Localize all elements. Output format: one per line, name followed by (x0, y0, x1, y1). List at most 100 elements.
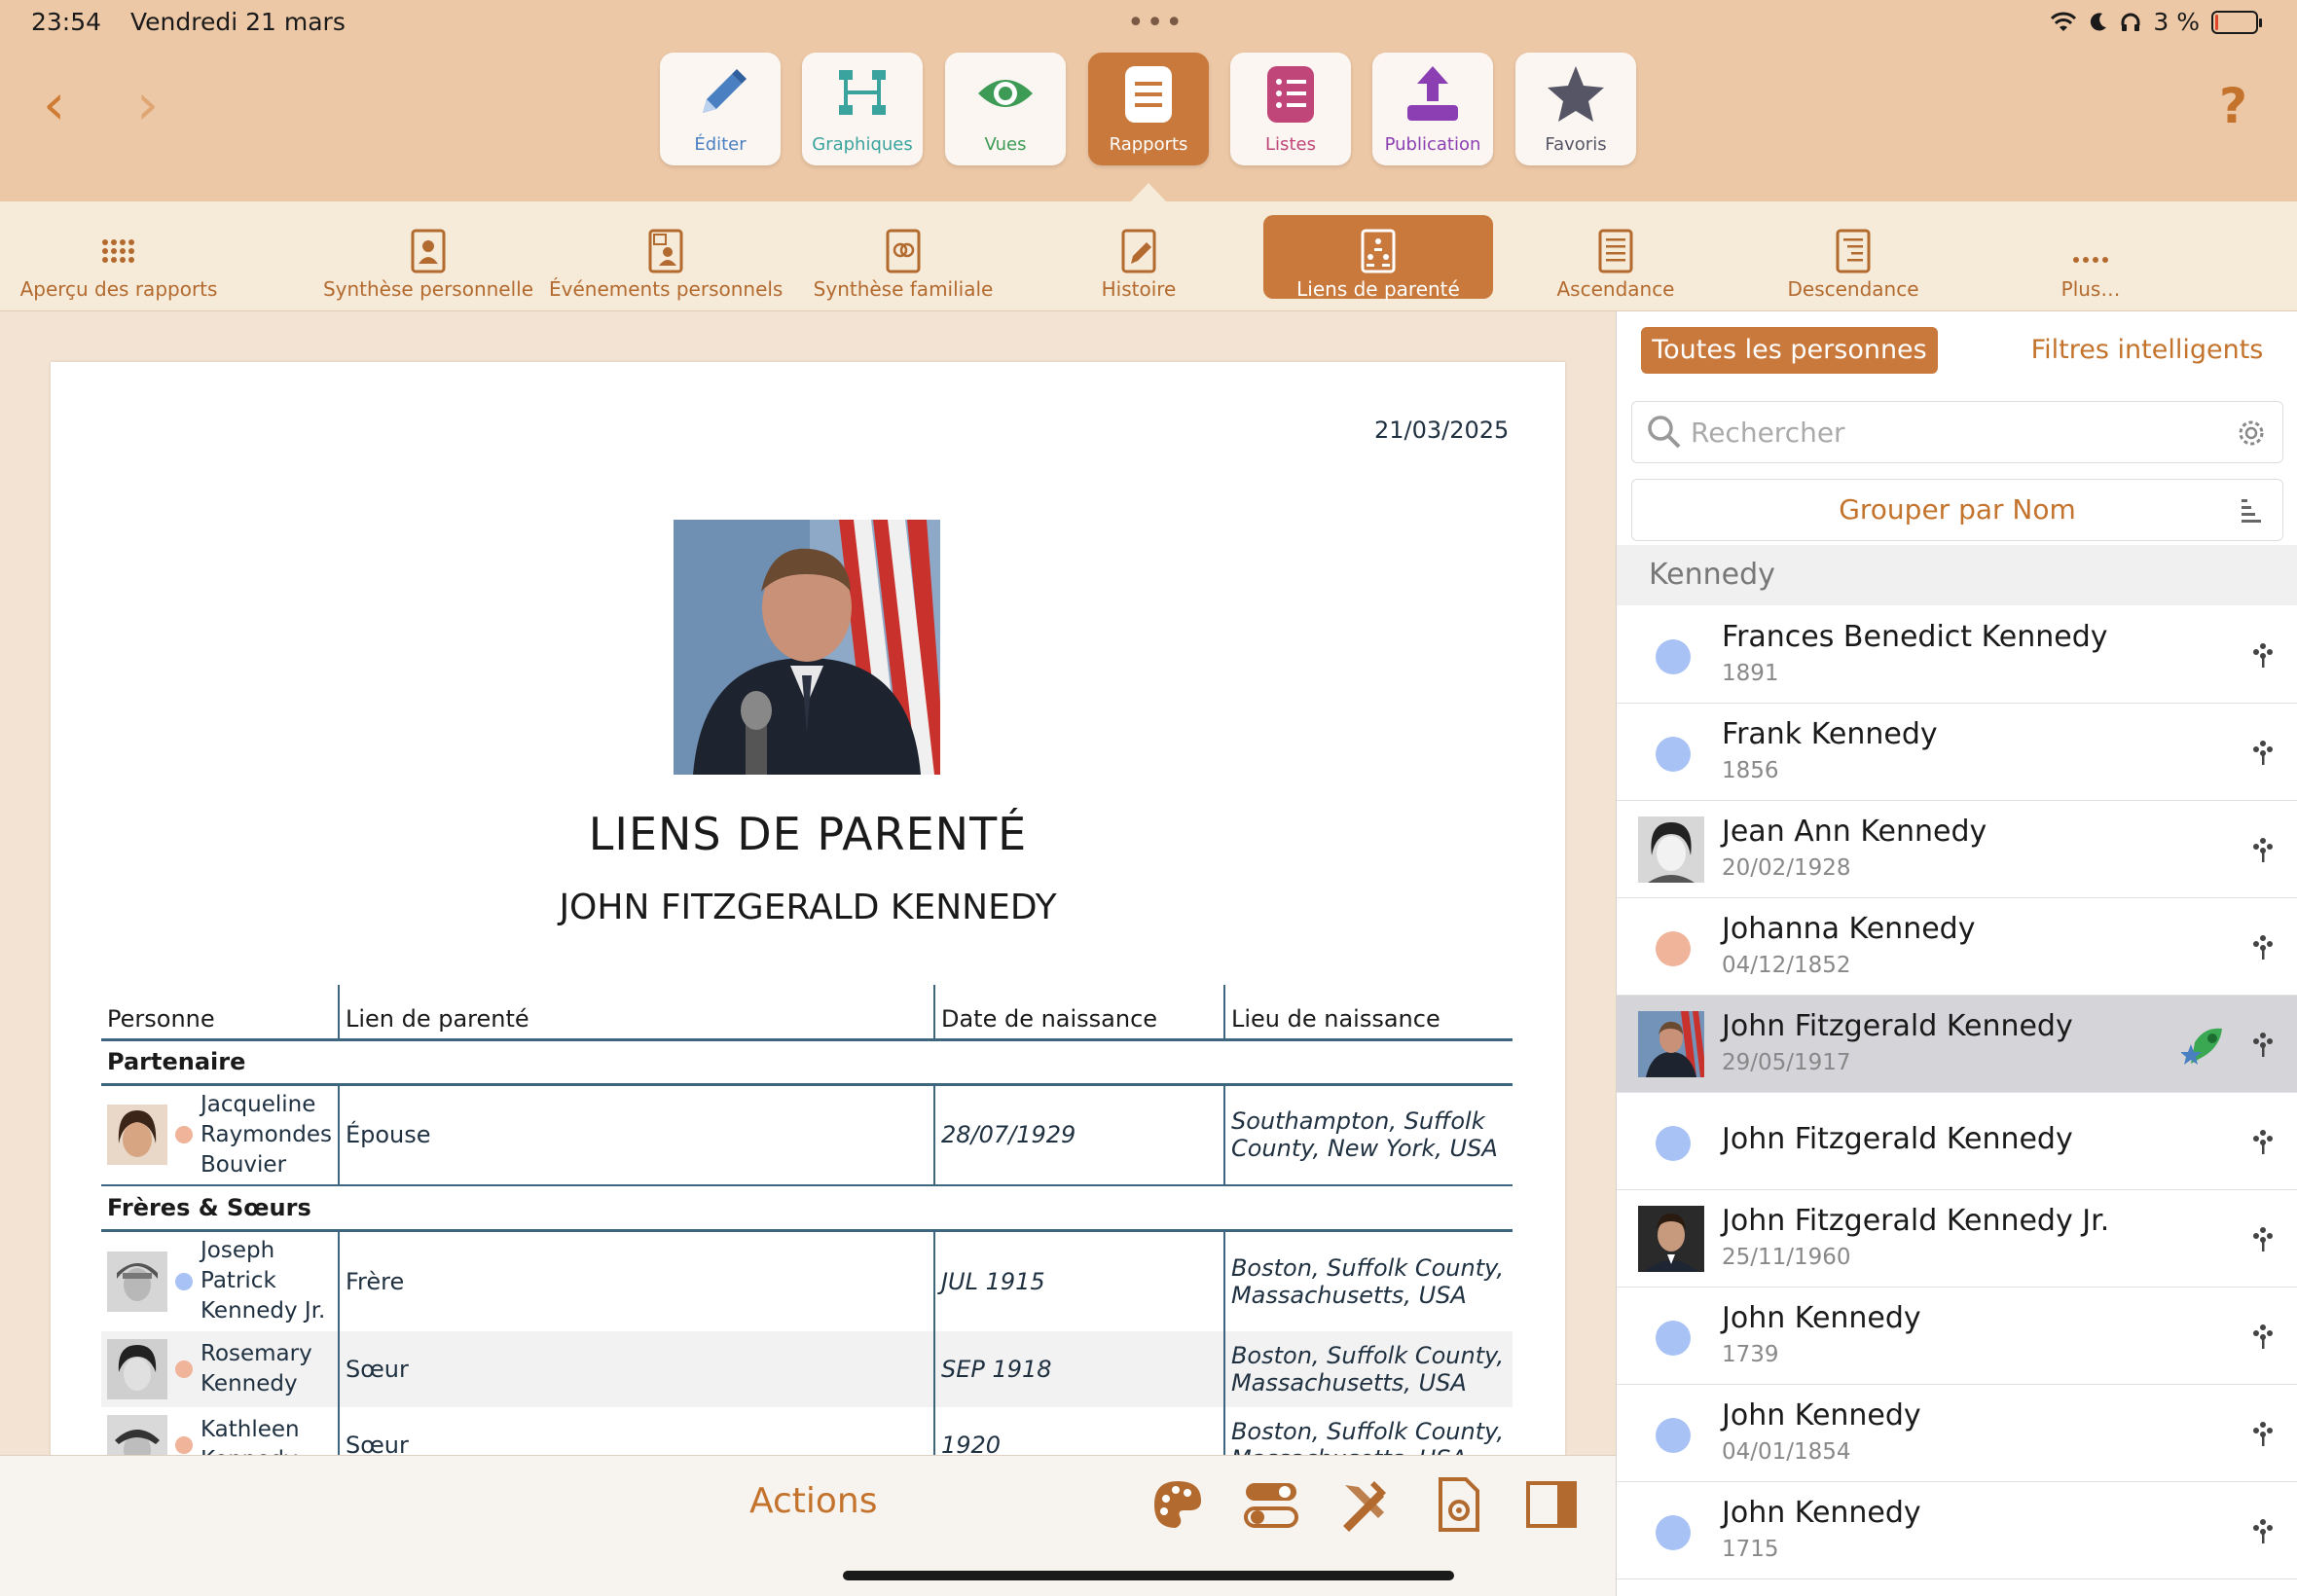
report-subject-name: JOHN FITZGERALD KENNEDY (559, 888, 1057, 927)
person-report-icon (411, 229, 446, 273)
story-icon (1121, 229, 1156, 273)
tab-person-summary[interactable]: Synthèse personnelle (321, 215, 535, 301)
list-item[interactable]: John Fitzgerald Kennedy (1617, 1093, 2297, 1190)
birth-date-cell: JUL 1915 (932, 1230, 1224, 1331)
tree-icon[interactable] (2251, 1517, 2275, 1544)
tree-chart-icon (839, 70, 886, 115)
relation-cell: Épouse (337, 1084, 934, 1186)
back-arrow-icon[interactable]: ‹ (43, 76, 65, 132)
toolbar-favorites-button[interactable]: Favoris (1515, 53, 1636, 165)
person-thumbnail (107, 1105, 167, 1166)
tree-icon[interactable] (2251, 641, 2275, 669)
tree-icon[interactable] (2251, 1420, 2275, 1447)
search-box (1631, 401, 2283, 463)
group-row-partner: Partenaire (101, 1039, 1513, 1086)
person-date: 1856 (1722, 758, 1779, 783)
list-item[interactable]: John Kennedy 1715 (1617, 1482, 2297, 1579)
toolbar-edit-label: Éditer (694, 134, 747, 155)
group-label: Frères & Sœurs (101, 1185, 1513, 1232)
tools-icon[interactable] (1335, 1475, 1394, 1534)
tab-label: Descendance (1787, 277, 1919, 301)
tab-label: Ascendance (1556, 277, 1675, 301)
tab-ancestry[interactable]: Ascendance (1551, 215, 1680, 301)
list-item[interactable]: Johanna Kennedy 04/12/1852 (1617, 898, 2297, 996)
segment-smart-filters[interactable]: Filtres intelligents (2001, 327, 2293, 374)
toolbar-publish-button[interactable]: Publication (1372, 53, 1493, 165)
tab-person-events[interactable]: Événements personnels (549, 215, 784, 301)
search-icon (1648, 416, 1681, 449)
tab-kinship[interactable]: Liens de parenté (1263, 215, 1493, 301)
list-icon (1267, 66, 1314, 123)
ancestry-report-icon (1598, 229, 1633, 273)
report-preview-area[interactable]: 21/03/2025 LIENS DE PARENTÉ JOHN FITZGER… (0, 311, 1616, 1455)
toolbar-publish-label: Publication (1384, 134, 1481, 155)
multitasking-dots-icon[interactable]: ••• (1127, 6, 1185, 40)
tab-label: Aperçu des rapports (19, 277, 218, 301)
list-item[interactable]: John Kennedy 1739 (1617, 1288, 2297, 1385)
person-cell: Joseph Patrick Kennedy Jr. (101, 1230, 339, 1331)
toolbar-edit-button[interactable]: Éditer (660, 53, 781, 165)
toolbar-reports-button[interactable]: Rapports (1088, 53, 1209, 165)
gender-dot (1656, 639, 1691, 674)
tab-story[interactable]: Histoire (1080, 215, 1197, 301)
list-item[interactable]: Frances Benedict Kennedy 1891 (1617, 606, 2297, 704)
tab-reports-overview[interactable]: Aperçu des rapports (10, 215, 228, 301)
tree-icon[interactable] (2251, 1225, 2275, 1252)
toolbar-charts-button[interactable]: Graphiques (802, 53, 923, 165)
toolbar-lists-button[interactable]: Listes (1230, 53, 1351, 165)
tree-icon[interactable] (2251, 933, 2275, 961)
gear-icon[interactable] (2236, 417, 2267, 449)
tree-icon[interactable] (2251, 836, 2275, 863)
tab-label: Plus… (2060, 277, 2121, 301)
tree-icon[interactable] (2251, 1128, 2275, 1155)
more-icon (2073, 257, 2108, 263)
tree-icon[interactable] (2251, 1031, 2275, 1058)
headphones-icon (2121, 13, 2140, 31)
person-date: 04/12/1852 (1722, 953, 1851, 978)
person-cell: Jacqueline Raymondes Bouvier (101, 1084, 339, 1186)
home-indicator[interactable] (843, 1571, 1454, 1580)
tab-descendancy[interactable]: Descendance (1783, 215, 1923, 301)
group-by-button[interactable]: Grouper par Nom (1631, 479, 2283, 541)
list-item[interactable]: John Kennedy 04/01/1854 (1617, 1385, 2297, 1482)
tab-label: Synthèse familiale (813, 277, 994, 301)
table-row[interactable]: Rosemary Kennedy Sœur SEP 1918 Boston, S… (101, 1331, 1513, 1407)
help-button[interactable]: ? (2219, 78, 2247, 134)
list-item-selected[interactable]: John Fitzgerald Kennedy 29/05/1917 (1617, 996, 2297, 1093)
palette-icon[interactable] (1148, 1475, 1207, 1534)
person-date: 20/02/1928 (1722, 855, 1851, 881)
list-item[interactable]: Jean Ann Kennedy 20/02/1928 (1617, 801, 2297, 898)
segment-all-persons[interactable]: Toutes les personnes (1641, 327, 1938, 374)
subject-portrait-photo (674, 520, 940, 775)
gender-dot (1656, 1321, 1691, 1356)
tab-more[interactable]: Plus… (2042, 215, 2139, 301)
report-page: 21/03/2025 LIENS DE PARENTÉ JOHN FITZGER… (51, 362, 1565, 1455)
list-item[interactable]: Frank Kennedy 1856 (1617, 704, 2297, 801)
actions-button[interactable]: Actions (749, 1481, 878, 1521)
tab-family-summary[interactable]: Synthèse familiale (806, 215, 1001, 301)
birth-place-cell: Boston, Suffolk County, Massachusetts, U… (1222, 1230, 1513, 1331)
birth-place-cell: Southampton, Suffolk County, New York, U… (1222, 1084, 1513, 1186)
person-date: 29/05/1917 (1722, 1050, 1851, 1075)
tab-label: Événements personnels (549, 277, 784, 301)
relation-cell: Sœur (337, 1407, 934, 1455)
table-row[interactable]: Jacqueline Raymondes Bouvier Épouse 28/0… (101, 1084, 1513, 1186)
person-name: Jacqueline Raymondes Bouvier (201, 1091, 332, 1178)
person-date: 1739 (1722, 1342, 1779, 1367)
toolbar-views-label: Vues (984, 134, 1027, 155)
forward-arrow-icon[interactable]: › (136, 76, 159, 132)
sidebar-toggle-icon[interactable] (1522, 1475, 1581, 1534)
tree-icon[interactable] (2251, 739, 2275, 766)
toolbar-views-button[interactable]: Vues (945, 53, 1066, 165)
table-row[interactable]: Kathleen Kennedy Sœur 1920 Boston, Suffo… (101, 1407, 1513, 1455)
person-thumbnail (107, 1339, 167, 1399)
toggles-icon[interactable] (1242, 1475, 1300, 1534)
list-item[interactable]: John Fitzgerald Kennedy Jr. 25/11/1960 (1617, 1190, 2297, 1288)
person-name: John Kennedy (1722, 1496, 1921, 1530)
table-row[interactable]: Joseph Patrick Kennedy Jr. Frère JUL 191… (101, 1230, 1513, 1331)
search-input[interactable] (1691, 412, 2216, 453)
page-settings-icon[interactable] (1429, 1475, 1487, 1534)
tree-icon[interactable] (2251, 1323, 2275, 1350)
descendancy-report-icon (1836, 229, 1871, 273)
person-name: John Fitzgerald Kennedy (1722, 1009, 2073, 1043)
